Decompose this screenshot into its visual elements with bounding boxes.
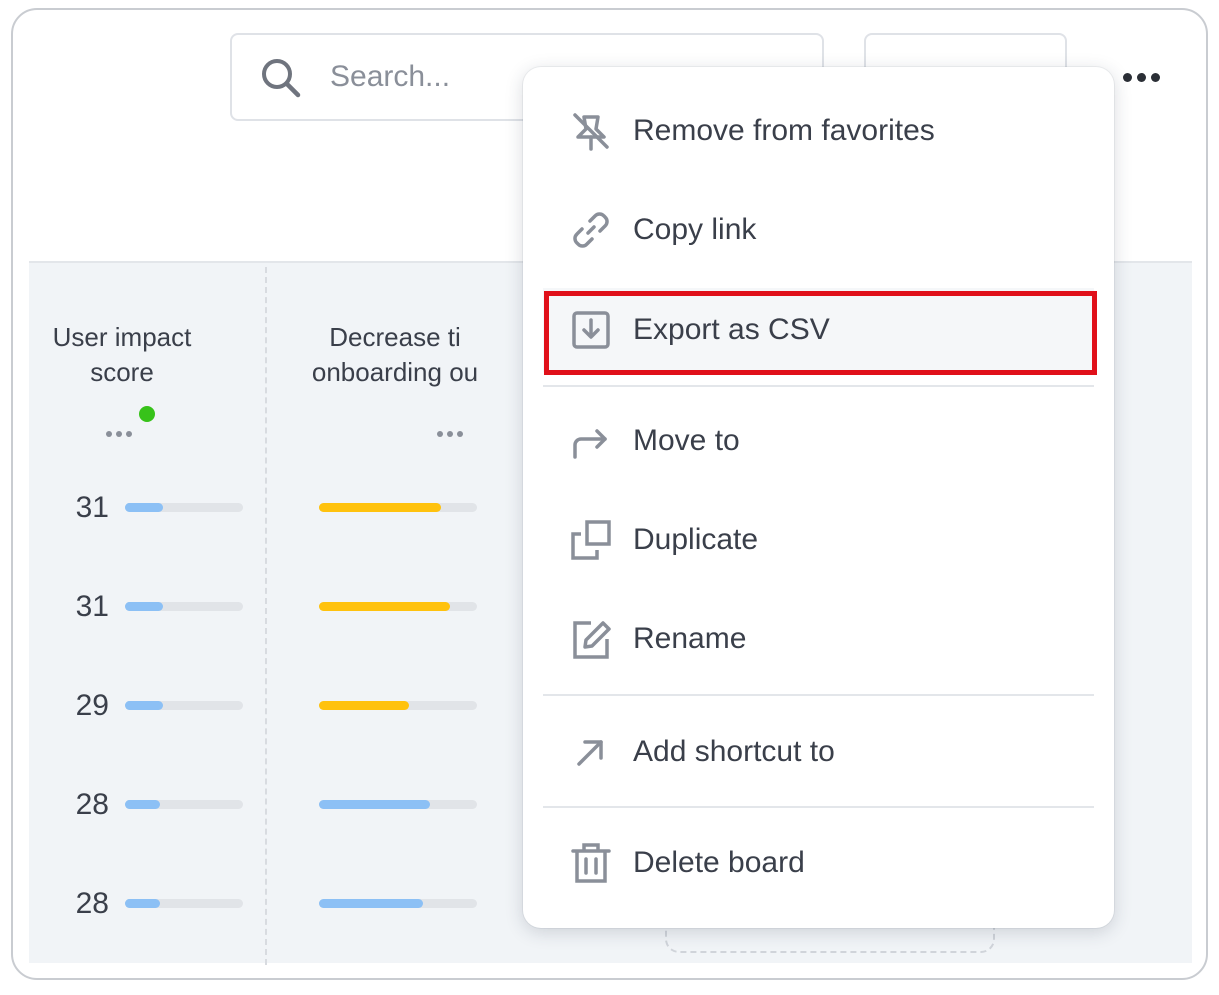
status-dot bbox=[139, 406, 155, 422]
menu-item-label: Rename bbox=[633, 622, 747, 655]
dot-icon bbox=[1150, 72, 1160, 82]
link-icon bbox=[573, 212, 609, 248]
menu-item-label: Duplicate bbox=[633, 523, 759, 556]
menu-item-export-as-csv[interactable]: Export as CSV bbox=[543, 288, 1094, 372]
column-header-line: User impact bbox=[52, 322, 192, 352]
menu-item-add-shortcut-to[interactable]: Add shortcut to bbox=[543, 710, 1094, 794]
app-window: User impact score Decrease ti onboarding… bbox=[11, 8, 1208, 980]
impact-score-bar-fill bbox=[125, 701, 163, 710]
decrease-time-bar bbox=[319, 503, 477, 512]
column-menu-button[interactable] bbox=[437, 431, 463, 437]
dot-icon bbox=[116, 431, 122, 437]
menu-item-delete-board[interactable]: Delete board bbox=[543, 821, 1094, 905]
decrease-time-bar-fill bbox=[319, 800, 430, 809]
column-header-line: Decrease ti bbox=[329, 322, 461, 352]
impact-score-bar-fill bbox=[125, 899, 161, 908]
dot-icon bbox=[126, 431, 132, 437]
decrease-time-bar bbox=[319, 602, 477, 611]
search-icon bbox=[262, 59, 301, 98]
menu-item-label: Delete board bbox=[633, 846, 805, 879]
impact-score-bar bbox=[125, 899, 243, 908]
table-row[interactable]: 28 bbox=[29, 889, 509, 919]
table-row[interactable]: 31 bbox=[29, 592, 509, 622]
column-header-user-impact[interactable]: User impact score bbox=[29, 320, 215, 390]
menu-item-label: Export as CSV bbox=[633, 313, 830, 346]
menu-item-copy-link[interactable]: Copy link bbox=[543, 188, 1094, 272]
rename-icon bbox=[573, 621, 611, 659]
impact-score-value: 28 bbox=[75, 788, 109, 821]
decrease-time-bar-fill bbox=[319, 899, 424, 908]
decrease-time-bar-fill bbox=[319, 701, 410, 710]
impact-score-bar-fill bbox=[125, 503, 163, 512]
dot-icon bbox=[1136, 72, 1146, 82]
board-options-menu: Remove from favorites Copy link Export a… bbox=[523, 67, 1114, 928]
dot-icon bbox=[437, 431, 443, 437]
trash-icon bbox=[571, 843, 611, 883]
menu-item-label: Move to bbox=[633, 424, 740, 457]
column-header-decrease-time[interactable]: Decrease ti onboarding ou bbox=[279, 320, 511, 390]
decrease-time-bar bbox=[319, 899, 477, 908]
impact-score-value: 31 bbox=[75, 491, 109, 524]
menu-item-duplicate[interactable]: Duplicate bbox=[543, 498, 1094, 582]
impact-score-bar bbox=[125, 602, 243, 611]
export-icon bbox=[572, 311, 610, 349]
menu-separator bbox=[543, 694, 1094, 696]
dot-icon bbox=[457, 431, 463, 437]
menu-item-move-to[interactable]: Move to bbox=[543, 399, 1094, 483]
shortcut-arrow-icon bbox=[577, 740, 603, 766]
dot-icon bbox=[106, 431, 112, 437]
impact-score-value: 29 bbox=[75, 689, 109, 722]
impact-score-bar bbox=[125, 503, 243, 512]
impact-score-value: 28 bbox=[75, 887, 109, 920]
star-off-icon bbox=[573, 113, 609, 151]
menu-item-rename[interactable]: Rename bbox=[543, 597, 1094, 681]
column-menu-button[interactable] bbox=[106, 431, 132, 437]
menu-item-remove-from-favorites[interactable]: Remove from favorites bbox=[543, 89, 1094, 173]
table-row[interactable]: 31 bbox=[29, 493, 509, 523]
decrease-time-bar bbox=[319, 800, 477, 809]
more-options-button[interactable] bbox=[1111, 62, 1171, 92]
duplicate-icon bbox=[571, 520, 611, 560]
dot-icon bbox=[1122, 72, 1132, 82]
dot-icon bbox=[447, 431, 453, 437]
menu-item-label: Add shortcut to bbox=[633, 735, 835, 768]
decrease-time-bar-fill bbox=[319, 602, 451, 611]
impact-score-bar-fill bbox=[125, 800, 161, 809]
menu-item-label: Copy link bbox=[633, 213, 757, 246]
impact-score-bar bbox=[125, 701, 243, 710]
column-header-line: score bbox=[90, 357, 154, 387]
column-header-line: onboarding ou bbox=[311, 357, 479, 387]
table-row[interactable]: 28 bbox=[29, 790, 509, 820]
menu-separator bbox=[543, 806, 1094, 808]
decrease-time-bar-fill bbox=[319, 503, 441, 512]
impact-score-value: 31 bbox=[75, 590, 109, 623]
impact-score-bar bbox=[125, 800, 243, 809]
decrease-time-bar bbox=[319, 701, 477, 710]
table-row[interactable]: 29 bbox=[29, 691, 509, 721]
menu-item-label: Remove from favorites bbox=[633, 114, 935, 147]
menu-separator bbox=[543, 385, 1094, 387]
move-arrow-icon bbox=[573, 429, 607, 459]
impact-score-bar-fill bbox=[125, 602, 163, 611]
